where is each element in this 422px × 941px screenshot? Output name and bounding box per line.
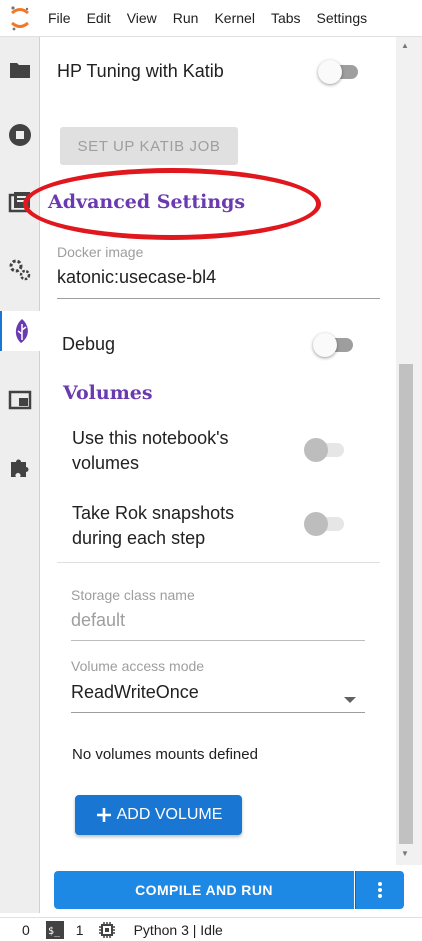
menu-bar: File Edit View Run Kernel Tabs Settings bbox=[0, 0, 422, 37]
setup-katib-button: SET UP KATIB JOB bbox=[60, 127, 238, 165]
status-bar: 0 $_ 1 Python 3 | Idle bbox=[0, 917, 422, 941]
access-mode-underline bbox=[71, 712, 365, 713]
volumes-divider bbox=[57, 562, 380, 563]
gears-icon[interactable] bbox=[0, 249, 40, 289]
rok-snapshots-toggle[interactable] bbox=[304, 511, 344, 536]
storage-class-input[interactable]: default bbox=[71, 610, 125, 631]
scroll-down-icon[interactable]: ▼ bbox=[396, 849, 414, 858]
use-notebook-volumes-line-1: Use this notebook's bbox=[72, 428, 229, 448]
rok-snapshots-line-1: Take Rok snapshots bbox=[72, 503, 235, 523]
folder-icon[interactable] bbox=[0, 50, 40, 90]
jupyter-logo-icon[interactable] bbox=[0, 0, 40, 36]
storage-class-label: Storage class name bbox=[71, 587, 195, 603]
left-sidebar bbox=[0, 37, 41, 913]
rok-snapshots-label: Take Rok snapshots during each step bbox=[72, 501, 234, 551]
kernel-status[interactable]: Python 3 | Idle bbox=[134, 922, 223, 938]
cpu-chip-icon[interactable] bbox=[98, 921, 116, 939]
menu-tabs[interactable]: Tabs bbox=[263, 0, 309, 36]
docker-image-underline bbox=[57, 298, 380, 299]
docker-image-input[interactable]: katonic:usecase-bl4 bbox=[57, 267, 216, 288]
menu-file[interactable]: File bbox=[40, 0, 79, 36]
add-volume-button[interactable]: ADD VOLUME bbox=[75, 795, 242, 835]
access-mode-select[interactable]: ReadWriteOnce bbox=[71, 682, 199, 703]
use-notebook-volumes-toggle[interactable] bbox=[304, 437, 344, 462]
plus-icon bbox=[96, 808, 111, 822]
menu-edit[interactable]: Edit bbox=[79, 0, 119, 36]
panel-scrollbar[interactable]: ▲ ▼ bbox=[396, 37, 422, 865]
add-volume-label: ADD VOLUME bbox=[116, 806, 223, 823]
chevron-down-icon[interactable] bbox=[343, 691, 357, 709]
menu-kernel[interactable]: Kernel bbox=[206, 0, 262, 36]
highlight-ellipse bbox=[23, 168, 321, 240]
puzzle-icon[interactable] bbox=[0, 447, 40, 487]
scroll-up-icon[interactable]: ▲ bbox=[396, 41, 414, 50]
terminal-icon[interactable]: $_ bbox=[45, 920, 64, 939]
more-vertical-icon bbox=[378, 882, 382, 898]
docker-image-label: Docker image bbox=[57, 244, 144, 260]
use-notebook-volumes-line-2: volumes bbox=[72, 453, 140, 473]
use-notebook-volumes-label: Use this notebook's volumes bbox=[72, 426, 229, 476]
terminal-count: 0 bbox=[22, 921, 30, 938]
hp-tuning-toggle[interactable] bbox=[318, 59, 358, 84]
access-mode-label: Volume access mode bbox=[71, 658, 205, 674]
compile-and-run-button[interactable]: COMPILE AND RUN bbox=[54, 871, 354, 909]
rok-snapshots-line-2: during each step bbox=[72, 528, 206, 548]
no-volumes-message: No volumes mounts defined bbox=[72, 746, 258, 763]
kale-leaf-icon[interactable] bbox=[0, 311, 41, 351]
more-options-button[interactable] bbox=[355, 871, 404, 909]
scroll-thumb[interactable] bbox=[399, 364, 413, 844]
tabs-icon[interactable] bbox=[0, 380, 40, 420]
menu-run[interactable]: Run bbox=[165, 0, 207, 36]
hp-tuning-label: HP Tuning with Katib bbox=[57, 61, 224, 81]
menu-view[interactable]: View bbox=[119, 0, 165, 36]
svg-text:$_: $_ bbox=[48, 926, 61, 937]
menu-settings[interactable]: Settings bbox=[309, 0, 376, 36]
storage-class-underline bbox=[71, 640, 365, 641]
volumes-title: Volumes bbox=[63, 382, 153, 404]
kernel-count: 1 bbox=[75, 921, 84, 938]
debug-label: Debug bbox=[62, 334, 116, 354]
debug-toggle[interactable] bbox=[313, 332, 353, 357]
stop-circle-icon[interactable] bbox=[0, 115, 40, 155]
